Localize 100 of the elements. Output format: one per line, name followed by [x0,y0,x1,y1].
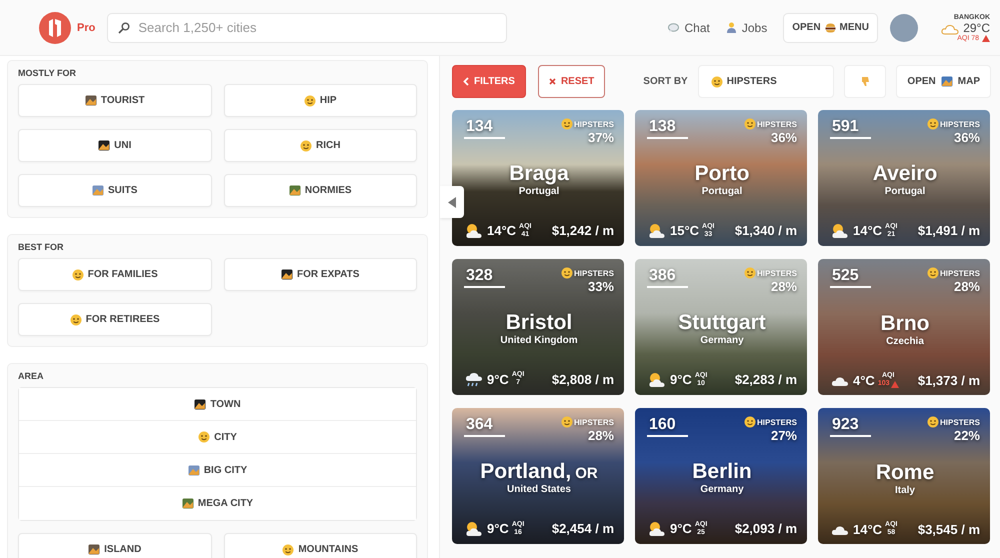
country-name: Portugal [702,186,742,197]
reset-button[interactable]: RESET [538,65,606,98]
filter-option[interactable]: HIP [224,84,417,117]
emoji-icon [560,118,573,130]
sun-cloud-icon [647,222,667,239]
filter-option[interactable]: ISLAND [18,533,212,558]
temperature: 9°C [487,521,509,536]
warning-icon [890,380,899,388]
country-name: Portugal [884,186,926,197]
jobs-link[interactable]: Jobs [726,20,768,34]
sort-label: SORT BY [643,76,688,87]
monthly-cost: $3,545 / m [918,522,980,536]
search-field[interactable]: Search 1,250+ cities [107,12,508,42]
thumbs-down-button[interactable] [844,65,886,98]
filter-option[interactable]: FOR EXPATS [224,258,417,291]
sort-dropdown[interactable]: HIPSTERS [698,65,834,98]
filter-option[interactable]: SUITS [18,174,212,207]
triangle-left-icon [448,196,456,208]
metric-share: 36% [954,130,980,145]
metric-label: HIPSTERS [574,120,614,128]
filter-option[interactable]: FOR RETIREES [18,303,212,336]
metric-label: HIPSTERS [756,268,797,278]
person-icon [726,22,737,33]
logo-icon[interactable] [38,10,72,44]
country-name: Italy [894,484,915,496]
filters-button[interactable]: FILTERS [452,65,526,98]
monthly-cost: $1,340 / m [734,223,797,238]
temperature: 9°C [487,372,509,386]
city-name: Berlin [692,460,752,484]
filter-option[interactable]: FOR FAMILIES [18,258,212,291]
filter-option[interactable]: MOUNTAINS [224,533,417,558]
close-icon [548,78,556,85]
city-name: Stuttgart [678,311,766,335]
section-title: AREA [18,371,44,381]
rank-number: 138 [647,118,688,139]
filter-option[interactable]: TOWN [19,388,416,421]
country-name: Portugal [518,186,560,197]
emoji-icon [70,314,82,326]
rank-number: 328 [464,267,505,288]
city-name: Rome [876,460,934,484]
metric-label: HIPSTERS [940,268,980,278]
metric-label: HIPSTERS [940,418,980,426]
metric-share: 36% [770,130,797,145]
rank-number: 134 [464,118,505,139]
rank-number: 386 [647,267,688,288]
monthly-cost: $1,373 / m [918,372,980,388]
emoji-icon [744,267,756,279]
sun-cloud-icon [647,520,667,537]
collapse-button[interactable] [440,186,464,218]
monthly-cost: $2,283 / m [734,372,797,387]
location-temperature: 29°C [963,20,990,34]
city-name: Brno [880,312,930,336]
chat-link[interactable]: Chat [668,20,710,34]
metric-share: 28% [770,279,797,294]
country-name: Germany [700,335,744,346]
rank-number: 591 [830,118,871,139]
emoji-icon [926,118,939,130]
sun-cloud-icon [830,222,850,239]
menu-button[interactable]: OPEN MENU [783,12,878,42]
section-title: BEST FOR [18,242,64,252]
region-code: OR [575,465,598,482]
sun-cloud-icon [464,520,484,537]
city-name: Porto [694,162,750,186]
map-icon [940,76,953,87]
emoji-icon [72,268,84,280]
monthly-cost: $2,454 / m [552,521,614,536]
rank-number: 364 [464,416,505,437]
metric-share: 28% [588,428,614,443]
avatar[interactable] [890,14,918,42]
city-name: Bristol [506,310,572,334]
emoji-icon [926,267,939,279]
rain-cloud-icon [464,370,484,388]
metric-share: 22% [954,428,980,443]
emoji-icon [198,431,210,443]
filter-option[interactable]: UNI [18,129,212,162]
open-map-button[interactable]: OPEN MAP [896,65,991,98]
city-name: Aveiro [872,162,938,186]
city-name: Braga [509,162,569,186]
emoji-icon [92,185,104,196]
emoji-icon [98,140,110,151]
filter-option[interactable]: RICH [224,129,417,162]
section-title: MOSTLY FOR [18,68,76,78]
metric-label: HIPSTERS [574,268,614,278]
temperature: 15°C [670,223,700,238]
thumbs-down-icon [860,76,870,87]
filter-option[interactable]: TOURIST [18,84,212,117]
temperature: 14°C [853,522,882,536]
monthly-cost: $1,491 / m [918,223,980,238]
filter-option[interactable]: NORMIES [224,174,417,207]
emoji-icon [288,185,301,196]
temperature: 9°C [670,521,692,536]
country-name: Czechia [886,336,924,346]
burger-icon [824,22,836,32]
rank-number: 160 [647,416,688,437]
country-name: United Kingdom [500,334,578,346]
emoji-icon [88,544,100,555]
emoji-icon [188,464,200,476]
speech-bubble-icon [668,22,680,32]
metric-label: HIPSTERS [756,418,797,426]
metric-label: HIPSTERS [574,418,614,426]
